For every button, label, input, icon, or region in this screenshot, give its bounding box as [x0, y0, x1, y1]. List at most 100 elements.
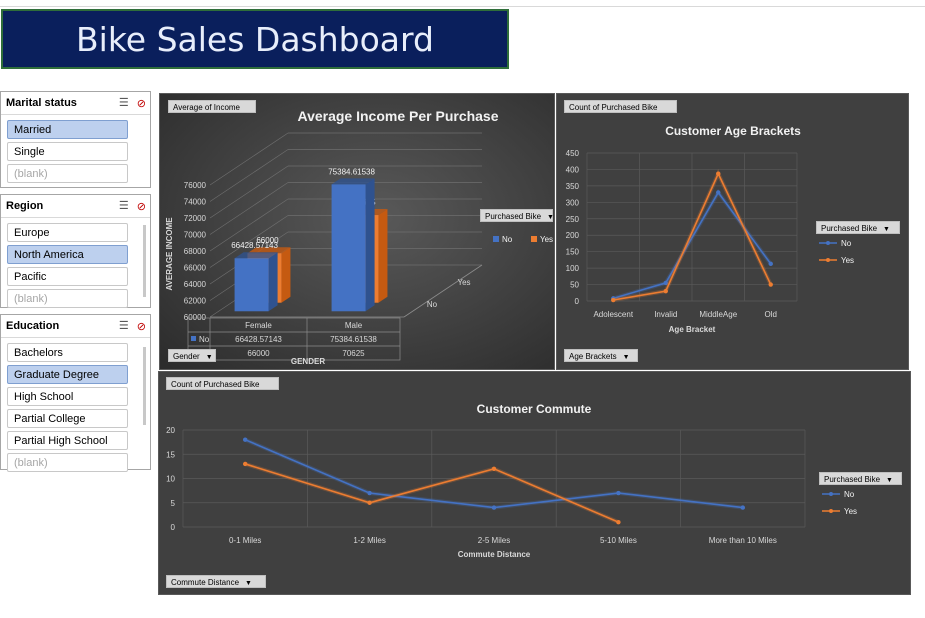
- x-tick-label: 2-5 Miles: [478, 536, 510, 545]
- axis-field-label: Gender: [173, 352, 200, 361]
- y-tick-label: 100: [566, 264, 580, 273]
- slicer-item-blank[interactable]: (blank): [7, 164, 128, 183]
- data-point-yes: [367, 500, 372, 505]
- multi-select-icon[interactable]: ☰: [119, 320, 129, 332]
- bar-side: [281, 247, 291, 303]
- data-point-no: [616, 490, 621, 496]
- slicer-scrollbar[interactable]: [143, 347, 146, 425]
- gridline-depth: [209, 149, 289, 202]
- y-tick-label: 0: [171, 523, 176, 532]
- data-point-yes: [663, 288, 668, 294]
- dropdown-arrow-icon: ▼: [547, 214, 554, 221]
- age-chart-panel[interactable]: Count of Purchased Bike Customer Age Bra…: [556, 93, 909, 370]
- commute-chart-svg: Customer Commute 0 5 10 15 20 0-1 Miles 1-2 Mil…: [166, 402, 857, 559]
- data-point-yes: [611, 297, 616, 303]
- slicer-item-blank[interactable]: (blank): [7, 453, 128, 472]
- data-table-cell: 66000: [247, 349, 270, 358]
- slicer-item-married[interactable]: Married: [7, 120, 128, 139]
- legend-field-button[interactable]: Purchased Bike ▼: [480, 209, 554, 222]
- income-chart-svg: Average Income Per Purchase 60000 62000 640…: [165, 108, 553, 366]
- data-point-no: [768, 261, 773, 267]
- commute-chart-panel[interactable]: Count of Purchased Bike Customer Commute…: [158, 371, 911, 595]
- gridline-depth: [209, 182, 289, 235]
- bar-side: [378, 209, 388, 303]
- dropdown-arrow-icon: ▼: [883, 226, 890, 233]
- slicer-title: Region: [6, 200, 44, 212]
- data-table-cell: 70625: [342, 349, 365, 358]
- slicer-title: Education: [6, 320, 60, 332]
- legend-field-button[interactable]: Purchased Bike ▼: [819, 472, 902, 485]
- slicer-item-partial-high-school[interactable]: Partial High School: [7, 431, 128, 450]
- slicer-item-high-school[interactable]: High School: [7, 387, 128, 406]
- legend-label-yes: Yes: [844, 507, 857, 516]
- y-tick-label: 400: [566, 165, 580, 174]
- dashboard-title: Bike Sales Dashboard: [76, 19, 434, 59]
- data-point-yes: [768, 282, 773, 287]
- slicer-item-partial-college[interactable]: Partial College: [7, 409, 128, 428]
- income-chart-panel[interactable]: Average of Income Average Income Per Pur…: [159, 93, 555, 370]
- legend-field-button[interactable]: Purchased Bike ▼: [816, 221, 900, 234]
- gridline-depth: [209, 165, 289, 219]
- data-point-yes: [616, 519, 621, 525]
- y-tick-label: 76000: [184, 181, 207, 190]
- multi-select-icon[interactable]: ☰: [119, 97, 129, 109]
- x-tick-label: More than 10 Miles: [709, 536, 777, 545]
- clear-filter-icon[interactable]: ⊘: [137, 97, 146, 110]
- dropdown-arrow-icon: ▼: [622, 354, 630, 361]
- data-table-cell: 75384.61538: [330, 335, 377, 344]
- legend-marker-yes: [531, 236, 537, 242]
- depth-axis-label: Yes: [457, 278, 470, 287]
- data-label: 75384.61538: [328, 167, 375, 176]
- axis-field-button-commute[interactable]: Commute Distance ▼: [166, 575, 266, 588]
- y-tick-label: 150: [566, 248, 580, 257]
- slicer-header: Marital status ☰ ⊘: [1, 92, 150, 115]
- floor-edge: [403, 264, 483, 318]
- slicer-item-single[interactable]: Single: [7, 142, 128, 161]
- x-tick-label: MiddleAge: [699, 310, 737, 319]
- bar-no-male: [331, 184, 366, 312]
- axis-field-button-gender[interactable]: Gender ▼: [168, 349, 216, 362]
- legend-marker-no: [829, 492, 833, 496]
- axis-field-button-age-brackets[interactable]: Age Brackets ▼: [564, 349, 638, 362]
- legend-label-no: No: [502, 235, 513, 244]
- bar-side: [365, 178, 375, 312]
- data-point-no: [740, 505, 745, 510]
- slicer-item-graduate-degree[interactable]: Graduate Degree: [7, 365, 128, 384]
- bar-no-female: [234, 258, 269, 312]
- data-point-no: [491, 505, 497, 510]
- slicer-item-europe[interactable]: Europe: [7, 223, 128, 242]
- y-tick-label: 68000: [184, 247, 207, 256]
- slicer-item-bachelors[interactable]: Bachelors: [7, 343, 128, 362]
- data-point-yes: [491, 466, 497, 471]
- legend-label-yes: Yes: [841, 256, 854, 265]
- bar-side: [268, 252, 278, 312]
- clear-filter-icon[interactable]: ⊘: [137, 200, 146, 213]
- x-tick-label: Old: [765, 310, 777, 319]
- y-tick-label: 72000: [184, 214, 207, 223]
- slicer-item-pacific[interactable]: Pacific: [7, 267, 128, 286]
- dropdown-arrow-icon: ▼: [886, 477, 893, 484]
- legend-marker-yes: [829, 509, 833, 513]
- data-point-yes: [716, 171, 721, 176]
- legend-label-no: No: [844, 490, 855, 499]
- y-tick-label: 5: [171, 499, 176, 508]
- clear-filter-icon[interactable]: ⊘: [137, 320, 146, 333]
- y-tick-label: 450: [566, 149, 580, 158]
- dashboard-title-box[interactable]: Bike Sales Dashboard: [1, 9, 509, 69]
- data-table-key-no: [191, 336, 196, 341]
- slicer-item-blank[interactable]: (blank): [7, 289, 128, 308]
- chart-title: Average Income Per Purchase: [297, 108, 498, 124]
- y-axis-title: AVERAGE INCOME: [165, 217, 174, 291]
- slicer-item-north-america[interactable]: North America: [7, 245, 128, 264]
- y-tick-label: 200: [566, 231, 580, 240]
- data-table-row-label: No: [199, 335, 210, 344]
- sheet-gridlines: [0, 0, 925, 7]
- multi-select-icon[interactable]: ☰: [119, 200, 129, 212]
- x-tick-label: 0-1 Miles: [229, 536, 261, 545]
- data-table-cell: 66428.57143: [235, 335, 282, 344]
- legend-label-no: No: [841, 239, 852, 248]
- x-tick-label: Adolescent: [593, 310, 633, 319]
- slicer-scrollbar[interactable]: [143, 225, 146, 297]
- y-tick-label: 0: [575, 297, 580, 306]
- slicer-header: Education ☰ ⊘: [1, 315, 150, 338]
